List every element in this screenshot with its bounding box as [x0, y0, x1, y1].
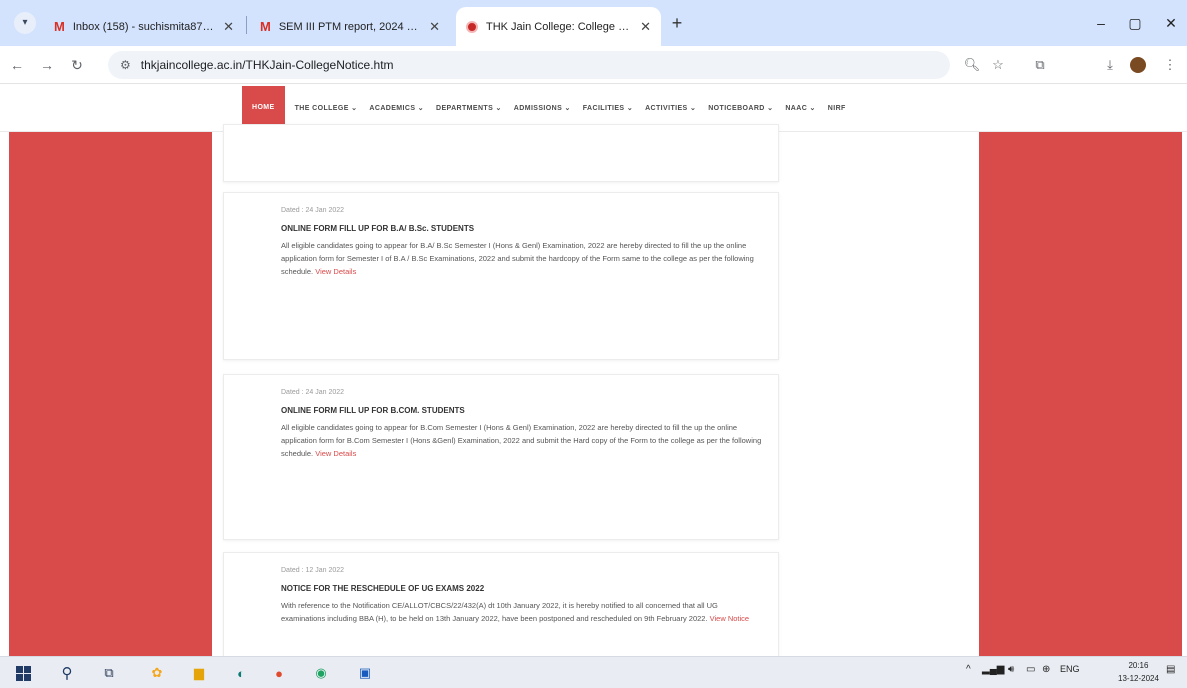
- notice-text: With reference to the Notification CE/AL…: [281, 601, 718, 623]
- left-decorative-panel: [9, 132, 212, 656]
- forward-arrow-icon[interactable]: →: [36, 54, 58, 76]
- back-arrow-icon[interactable]: ←: [6, 54, 28, 76]
- notice-card-previous: [223, 124, 779, 182]
- notice-body: All eligible candidates going to appear …: [281, 421, 762, 460]
- notice-date: Dated : 12 Jan 2022: [281, 567, 345, 574]
- show-hidden-icons[interactable]: ^: [966, 664, 971, 675]
- browser-toolbar: ← → ↻ ⚙ thkjaincollege.ac.in/THKJain-Col…: [0, 46, 1187, 84]
- notice-title: NOTICE FOR THE RESCHEDULE OF UG EXAMS 20…: [281, 584, 485, 593]
- notice-body: With reference to the Notification CE/AL…: [281, 599, 762, 625]
- close-window-button[interactable]: ✕: [1158, 12, 1184, 34]
- url-text: thkjaincollege.ac.in/THKJain-CollegeNoti…: [140, 58, 394, 72]
- web-page: HOME THE COLLEGE ⌄ ACADEMICS ⌄ DEPARTMEN…: [0, 84, 1187, 656]
- clock-time: 20:16: [1128, 661, 1149, 670]
- view-details-link[interactable]: View Details: [315, 449, 356, 458]
- close-tab-icon[interactable]: ✕: [223, 19, 234, 35]
- start-windows-icon[interactable]: [14, 664, 32, 682]
- task-view-icon[interactable]: ⧉: [100, 664, 118, 682]
- reload-icon[interactable]: ↻: [66, 54, 88, 76]
- notice-card: Dated : 24 Jan 2022 ONLINE FORM FILL UP …: [223, 374, 779, 540]
- nav-noticeboard[interactable]: NOTICEBOARD ⌄: [702, 104, 779, 112]
- notice-date: Dated : 24 Jan 2022: [281, 389, 345, 396]
- tab-ptm-report[interactable]: M SEM III PTM report, 2024 - sp ✕: [250, 7, 450, 46]
- search-icon[interactable]: ⚲: [58, 664, 76, 682]
- nav-academics[interactable]: ACADEMICS ⌄: [363, 104, 430, 112]
- notice-card: Dated : 12 Jan 2022 NOTICE FOR THE RESCH…: [223, 552, 779, 656]
- tab-title: SEM III PTM report, 2024 - sp: [278, 20, 422, 33]
- extensions-icon[interactable]: ⧉: [1030, 55, 1050, 75]
- close-tab-icon[interactable]: ✕: [429, 19, 440, 35]
- view-notice-link[interactable]: View Notice: [710, 614, 749, 623]
- nav-activities[interactable]: ACTIVITIES ⌄: [639, 104, 702, 112]
- windows-taskbar: ⚲ ⧉ ✿ ▆ ◐ ● ◉ ▣ ^ ▂▄▆ 🔊︎ ▭ ⊕ ENG 20:16 1…: [0, 656, 1187, 688]
- nav-naac[interactable]: NAAC ⌄: [779, 104, 821, 112]
- notice-date: Dated : 24 Jan 2022: [281, 207, 345, 214]
- tab-search-menu-icon[interactable]: ▾: [14, 12, 36, 34]
- gmail-icon: M: [260, 19, 271, 34]
- browser-tab-strip: ▾ M Inbox (158) - suchismita876@ ✕ M SEM…: [0, 0, 1187, 46]
- site-info-icon[interactable]: ⚙: [120, 58, 131, 72]
- nav-nirf[interactable]: NIRF: [822, 105, 852, 112]
- gmail-icon: M: [54, 19, 65, 34]
- tab-gmail-inbox[interactable]: M Inbox (158) - suchismita876@ ✕: [44, 7, 244, 46]
- nav-the-college[interactable]: THE COLLEGE ⌄: [289, 104, 364, 112]
- firefox-icon[interactable]: ●: [270, 664, 288, 682]
- bookmark-star-icon[interactable]: ☆: [988, 55, 1008, 75]
- file-explorer-icon[interactable]: ▆: [190, 664, 208, 682]
- location-icon: ⊕: [1042, 664, 1051, 675]
- close-tab-icon[interactable]: ✕: [640, 19, 651, 35]
- notice-title: ONLINE FORM FILL UP FOR B.COM. STUDENTS: [281, 406, 465, 415]
- view-details-link[interactable]: View Details: [315, 267, 356, 276]
- battery-icon[interactable]: ▭: [1026, 664, 1035, 675]
- edge-browser-icon[interactable]: ◐: [232, 664, 250, 682]
- tab-title: THK Jain College: College Noti: [486, 20, 633, 33]
- nav-departments[interactable]: DEPARTMENTS ⌄: [430, 104, 508, 112]
- zoom-icon[interactable]: 🔍︎: [962, 55, 982, 75]
- word-icon[interactable]: ▣: [356, 664, 374, 682]
- notice-title: ONLINE FORM FILL UP FOR B.A/ B.Sc. STUDE…: [281, 224, 475, 233]
- clock-date: 13-12-2024: [1118, 674, 1159, 683]
- right-decorative-panel: [979, 132, 1182, 656]
- minimize-button[interactable]: –: [1088, 12, 1114, 34]
- more-menu-icon[interactable]: ⋮: [1160, 55, 1180, 75]
- volume-icon[interactable]: 🔊︎: [1008, 664, 1014, 675]
- thk-jain-favicon: [466, 20, 478, 33]
- network-icon[interactable]: ▂▄▆: [982, 664, 1004, 675]
- nav-admissions[interactable]: ADMISSIONS ⌄: [508, 104, 577, 112]
- system-clock[interactable]: 20:16 13-12-2024: [1118, 659, 1159, 685]
- tab-divider: [246, 16, 247, 34]
- nav-facilities[interactable]: FACILITIES ⌄: [577, 104, 639, 112]
- widgets-icon[interactable]: ✿: [148, 664, 166, 682]
- notice-body: All eligible candidates going to appear …: [281, 239, 762, 278]
- language-indicator[interactable]: ENG: [1060, 664, 1080, 674]
- notifications-icon[interactable]: ▤: [1166, 664, 1175, 675]
- tab-thk-jain-notice[interactable]: THK Jain College: College Noti ✕: [456, 7, 661, 46]
- new-tab-button[interactable]: +: [666, 12, 688, 34]
- download-icon[interactable]: ⤓: [1100, 55, 1120, 75]
- address-bar[interactable]: ⚙ thkjaincollege.ac.in/THKJain-CollegeNo…: [108, 51, 950, 79]
- profile-avatar[interactable]: [1130, 57, 1146, 73]
- notice-card: Dated : 24 Jan 2022 ONLINE FORM FILL UP …: [223, 192, 779, 360]
- tab-title: Inbox (158) - suchismita876@: [72, 20, 216, 33]
- chrome-icon[interactable]: ◉: [312, 664, 330, 682]
- maximize-button[interactable]: ▢: [1122, 12, 1148, 34]
